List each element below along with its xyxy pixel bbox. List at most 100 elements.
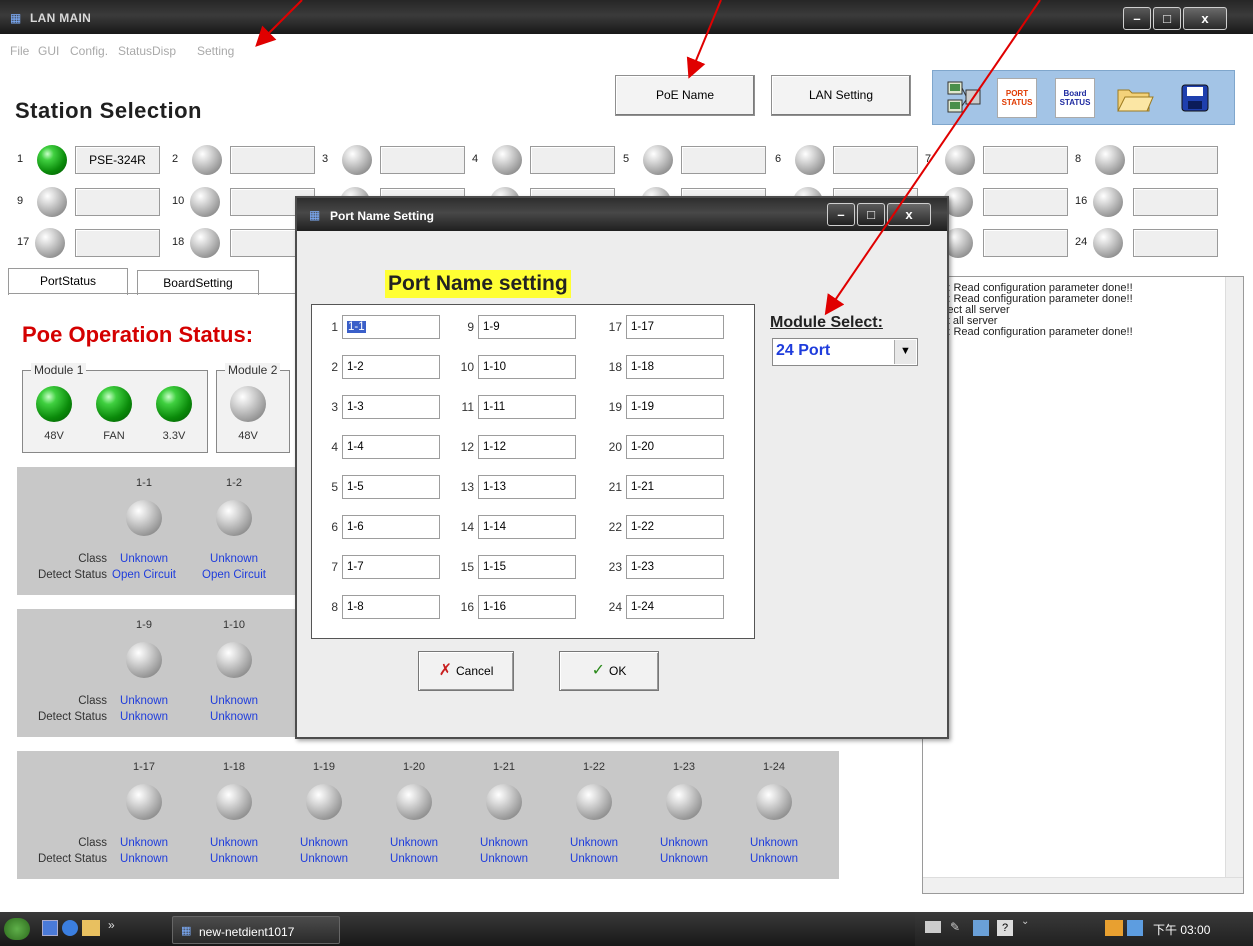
- port-name-input[interactable]: 1-1: [342, 315, 440, 339]
- cancel-button[interactable]: ✗ Cancel: [418, 651, 514, 691]
- port-status-icon[interactable]: PORT STATUS: [997, 78, 1037, 118]
- station-name-field[interactable]: [75, 188, 160, 216]
- minimize-icon[interactable]: –: [827, 203, 855, 226]
- station-led[interactable]: [643, 145, 673, 175]
- port-name-input[interactable]: 1-23: [626, 555, 724, 579]
- port-name-input[interactable]: 1-3: [342, 395, 440, 419]
- station-name-field[interactable]: [1133, 146, 1218, 174]
- station-led[interactable]: [795, 145, 825, 175]
- port-name-input[interactable]: 1-19: [626, 395, 724, 419]
- ok-button[interactable]: ✓ OK: [559, 651, 659, 691]
- station-led[interactable]: [1093, 187, 1123, 217]
- menu-file[interactable]: File: [10, 44, 29, 58]
- port-led[interactable]: [216, 642, 252, 678]
- board-status-icon[interactable]: Board STATUS: [1055, 78, 1095, 118]
- menu-config[interactable]: Config.: [70, 44, 108, 58]
- save-disk-icon[interactable]: [1175, 78, 1215, 118]
- port-name-input[interactable]: 1-13: [478, 475, 576, 499]
- keyboard-icon[interactable]: [925, 921, 941, 933]
- station-name-field[interactable]: [681, 146, 766, 174]
- dropdown-arrow-icon[interactable]: ▼: [894, 340, 916, 364]
- menu-gui[interactable]: GUI: [38, 44, 59, 58]
- station-name-field[interactable]: PSE-324R: [75, 146, 160, 174]
- module-select-dropdown[interactable]: 24 Port ▼: [772, 338, 918, 366]
- port-name-input[interactable]: 1-7: [342, 555, 440, 579]
- menu-statusdisp[interactable]: StatusDisp: [118, 44, 176, 58]
- station-led[interactable]: [342, 145, 372, 175]
- open-folder-icon[interactable]: [1115, 78, 1155, 118]
- station-name-field[interactable]: [530, 146, 615, 174]
- port-led[interactable]: [666, 784, 702, 820]
- quicklaunch-chevron-icon[interactable]: »: [108, 918, 115, 932]
- port-name-input[interactable]: 1-12: [478, 435, 576, 459]
- station-led[interactable]: [945, 145, 975, 175]
- pen-icon[interactable]: ✎: [950, 920, 960, 934]
- station-led[interactable]: [190, 228, 220, 258]
- station-led[interactable]: [35, 228, 65, 258]
- station-led[interactable]: [1095, 145, 1125, 175]
- station-led[interactable]: [37, 187, 67, 217]
- port-name-input[interactable]: 1-15: [478, 555, 576, 579]
- port-name-input[interactable]: 1-18: [626, 355, 724, 379]
- folder-icon[interactable]: [82, 920, 100, 936]
- taskbar-button[interactable]: ▦ new-netdient1017: [172, 916, 340, 944]
- port-name-input[interactable]: 1-24: [626, 595, 724, 619]
- media-player-icon[interactable]: [62, 920, 78, 936]
- station-led[interactable]: [192, 145, 222, 175]
- menu-setting[interactable]: Setting: [197, 44, 234, 58]
- log-horizontal-scrollbar[interactable]: [923, 877, 1243, 893]
- station-led[interactable]: [190, 187, 220, 217]
- station-name-field[interactable]: [1133, 229, 1218, 257]
- station-led[interactable]: [1093, 228, 1123, 258]
- port-name-input[interactable]: 1-21: [626, 475, 724, 499]
- poe-name-button[interactable]: PoE Name: [615, 75, 755, 116]
- port-name-input[interactable]: 1-5: [342, 475, 440, 499]
- port-name-input[interactable]: 1-14: [478, 515, 576, 539]
- port-name-input[interactable]: 1-10: [478, 355, 576, 379]
- station-name-field[interactable]: [983, 188, 1068, 216]
- lan-setting-button[interactable]: LAN Setting: [771, 75, 911, 116]
- port-led[interactable]: [216, 500, 252, 536]
- port-led[interactable]: [126, 500, 162, 536]
- port-led[interactable]: [126, 642, 162, 678]
- port-name-input[interactable]: 1-6: [342, 515, 440, 539]
- station-name-field[interactable]: [833, 146, 918, 174]
- maximize-icon[interactable]: □: [1153, 7, 1181, 30]
- start-icon[interactable]: [4, 918, 30, 940]
- port-name-input[interactable]: 1-2: [342, 355, 440, 379]
- volume-tray-icon[interactable]: [1127, 920, 1143, 936]
- station-name-field[interactable]: [75, 229, 160, 257]
- port-name-input[interactable]: 1-17: [626, 315, 724, 339]
- port-name-input[interactable]: 1-20: [626, 435, 724, 459]
- port-led[interactable]: [396, 784, 432, 820]
- port-name-input[interactable]: 1-4: [342, 435, 440, 459]
- network-tray-icon[interactable]: [1105, 920, 1123, 936]
- minimize-icon[interactable]: –: [1123, 7, 1151, 30]
- close-icon[interactable]: x: [887, 203, 931, 226]
- ime-icon[interactable]: [973, 920, 989, 936]
- port-led[interactable]: [756, 784, 792, 820]
- port-name-input[interactable]: 1-11: [478, 395, 576, 419]
- port-name-input[interactable]: 1-8: [342, 595, 440, 619]
- log-vertical-scrollbar[interactable]: [1225, 277, 1243, 877]
- station-name-field[interactable]: [380, 146, 465, 174]
- port-name-input[interactable]: 1-9: [478, 315, 576, 339]
- log-panel[interactable]: on1: Read configuration parameter done!!…: [922, 276, 1244, 894]
- port-led[interactable]: [306, 784, 342, 820]
- station-led[interactable]: [492, 145, 522, 175]
- port-led[interactable]: [216, 784, 252, 820]
- port-led[interactable]: [126, 784, 162, 820]
- port-name-input[interactable]: 1-16: [478, 595, 576, 619]
- close-icon[interactable]: x: [1183, 7, 1227, 30]
- tab-portstatus[interactable]: PortStatus: [8, 268, 128, 295]
- station-led[interactable]: [37, 145, 67, 175]
- help-icon[interactable]: ?: [997, 920, 1013, 936]
- tab-boardsetting[interactable]: BoardSetting: [137, 270, 259, 295]
- station-name-field[interactable]: [230, 146, 315, 174]
- port-led[interactable]: [576, 784, 612, 820]
- port-led[interactable]: [486, 784, 522, 820]
- port-name-input[interactable]: 1-22: [626, 515, 724, 539]
- tray-options-icon[interactable]: ⌄: [1021, 916, 1029, 927]
- show-desktop-icon[interactable]: [42, 920, 58, 936]
- station-name-field[interactable]: [1133, 188, 1218, 216]
